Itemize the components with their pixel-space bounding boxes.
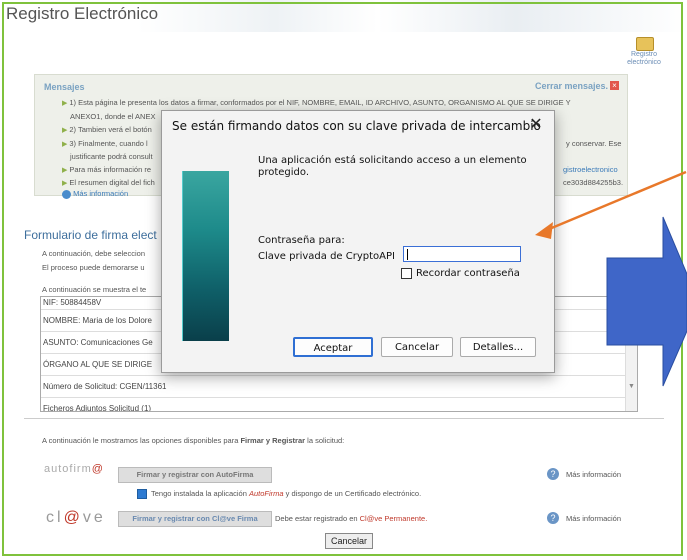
- annotation-layer: [535, 170, 687, 387]
- orange-arrow-head: [535, 222, 553, 239]
- blue-block-arrow: [606, 216, 687, 387]
